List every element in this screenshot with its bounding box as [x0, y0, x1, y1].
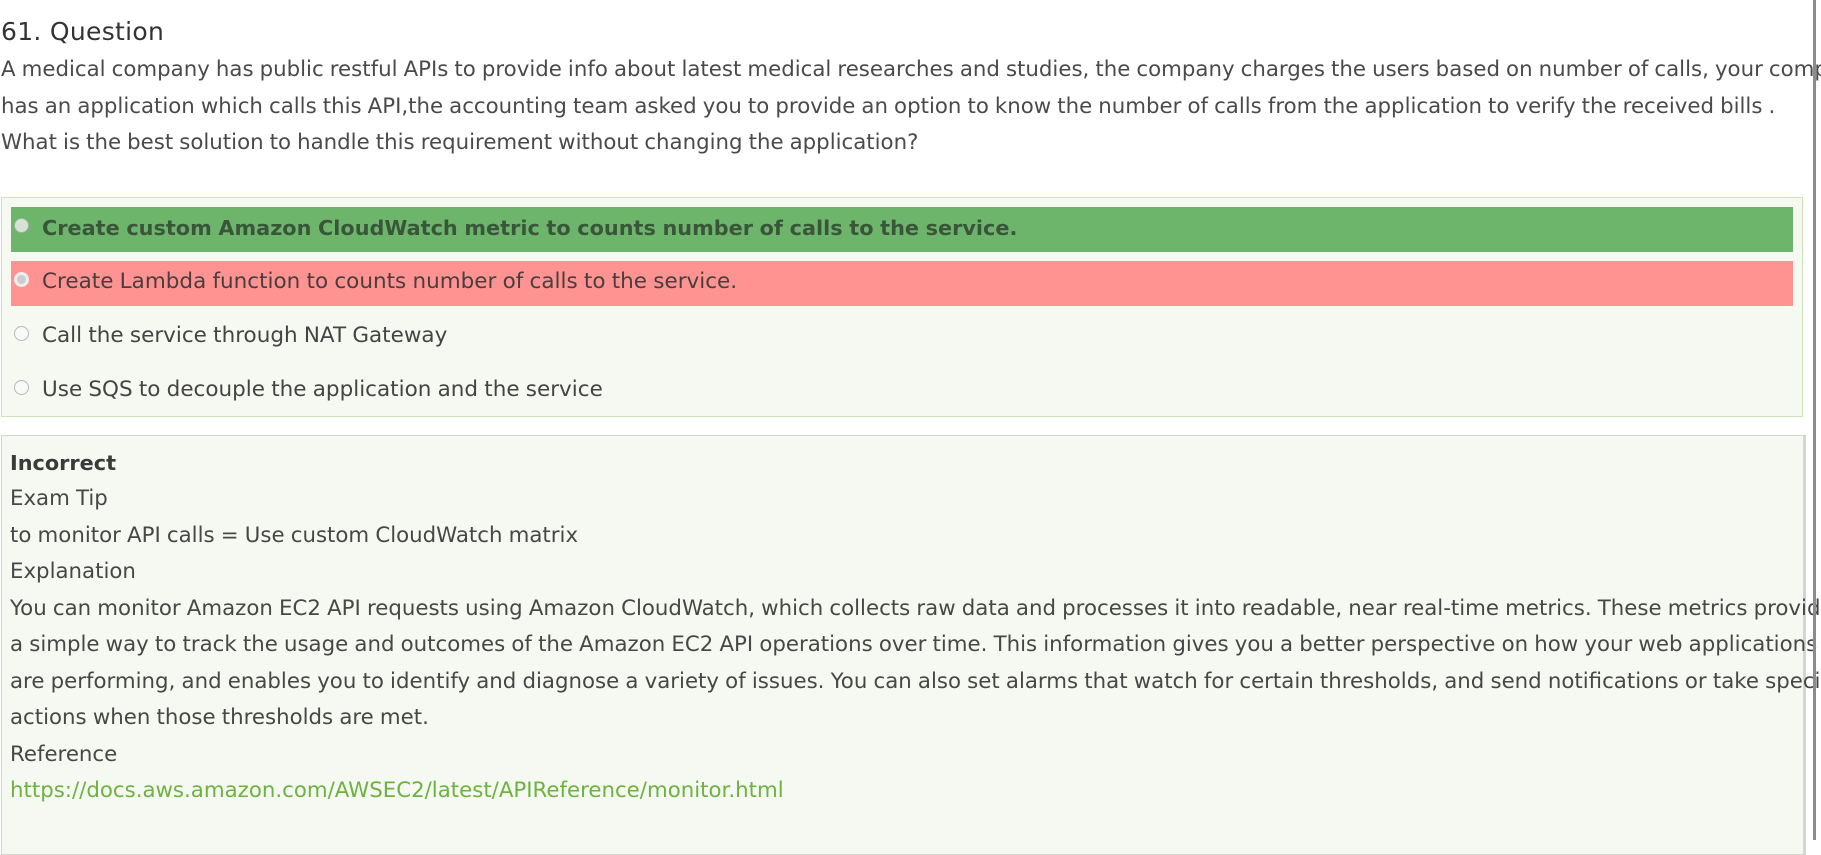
- radio-button-icon[interactable]: [14, 218, 29, 233]
- exam-tip-text: to monitor API calls = Use custom CloudW…: [10, 523, 579, 548]
- answer-options: Create custom Amazon CloudWatch metric t…: [1, 197, 1803, 417]
- answer-option[interactable]: Use SQS to decouple the application and …: [11, 369, 1793, 414]
- radio-button-icon[interactable]: [14, 272, 29, 287]
- reference-line: https://docs.aws.amazon.com/AWSEC2/lates…: [10, 776, 784, 806]
- quiz-page: 61. Question A medical company has publi…: [0, 0, 1821, 855]
- exam-tip-heading: Exam Tip: [10, 486, 108, 511]
- radio-button-icon[interactable]: [14, 380, 29, 395]
- radio-button-icon[interactable]: [14, 326, 29, 341]
- explanation-line: a simple way to track the usage and outc…: [10, 632, 1818, 657]
- reference-link[interactable]: https://docs.aws.amazon.com/AWSEC2/lates…: [10, 778, 784, 803]
- explanation-line: are performing, and enables you to ident…: [10, 669, 1821, 694]
- feedback-status: Incorrect: [10, 451, 117, 475]
- question-text-line: has an application which calls this API,…: [1, 93, 1776, 119]
- question-text-line: What is the best solution to handle this…: [1, 130, 919, 155]
- reference-heading: Reference: [10, 742, 118, 767]
- page-edge-divider: [1813, 0, 1816, 840]
- answer-option[interactable]: Call the service through NAT Gateway: [11, 315, 1793, 360]
- answer-option-label: Create custom Amazon CloudWatch metric t…: [42, 216, 1018, 240]
- explanation-heading: Explanation: [10, 559, 136, 584]
- answer-option-label: Call the service through NAT Gateway: [42, 323, 448, 348]
- answer-feedback-panel: Incorrect Exam Tip to monitor API calls …: [1, 435, 1821, 855]
- answer-option-label: Use SQS to decouple the application and …: [42, 377, 603, 402]
- answer-option-correct[interactable]: Create custom Amazon CloudWatch metric t…: [11, 207, 1793, 252]
- explanation-line: You can monitor Amazon EC2 API requests …: [10, 596, 1821, 621]
- answer-option-selected-wrong[interactable]: Create Lambda function to counts number …: [11, 261, 1793, 306]
- answer-option-label: Create Lambda function to counts number …: [42, 269, 738, 294]
- question-text-line: A medical company has public restful API…: [1, 57, 1821, 82]
- question-title: 61. Question: [1, 17, 165, 46]
- question-text: A medical company has public restful API…: [1, 52, 1821, 162]
- explanation-line: actions when those thresholds are met.: [10, 705, 429, 730]
